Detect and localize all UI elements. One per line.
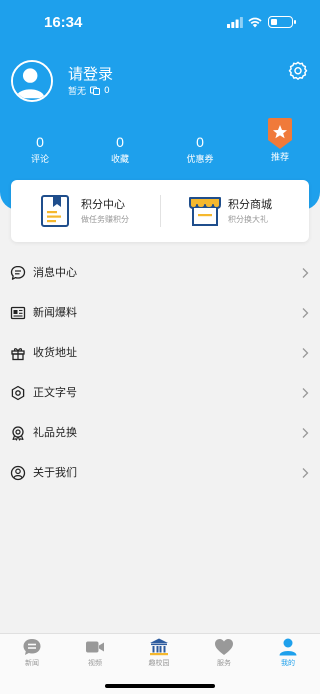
- status-bar: 16:34: [0, 0, 320, 44]
- menu-label-messages: 消息中心: [33, 266, 77, 279]
- chevron-right-icon: [302, 388, 309, 398]
- menu-item-about[interactable]: 关于我们: [0, 453, 320, 493]
- stat-favorites-value: 0: [116, 134, 124, 150]
- stat-comments-label: 评论: [30, 155, 49, 165]
- points-center-subtitle: 做任务赚积分: [81, 215, 129, 224]
- login-title[interactable]: 请登录: [68, 63, 113, 84]
- menu-label-address: 收货地址: [33, 346, 77, 359]
- stat-comments[interactable]: 0 评论: [10, 133, 70, 167]
- settings-gear-icon[interactable]: [287, 60, 309, 82]
- stat-favorites-label: 收藏: [110, 155, 129, 165]
- points-mall-subtitle: 积分换大礼: [228, 215, 268, 224]
- points-mall-entry[interactable]: 积分商城 积分换大礼: [161, 180, 309, 242]
- heart-icon: [215, 639, 233, 655]
- news-icon: [23, 639, 41, 655]
- menu-item-messages[interactable]: 消息中心: [0, 253, 320, 293]
- recommend-label: 推荐: [270, 153, 289, 163]
- chevron-right-icon: [302, 268, 309, 278]
- chevron-right-icon: [302, 468, 309, 478]
- news-tip-icon: [10, 306, 26, 320]
- stat-coupons[interactable]: 0 优惠券: [170, 133, 230, 167]
- gift-box-icon: [11, 348, 25, 361]
- user-icon: [279, 638, 297, 656]
- tab-label-mine: 我的: [281, 659, 295, 667]
- menu-label-news-tip: 新闻爆料: [33, 306, 77, 319]
- avatar-user-icon: [13, 62, 51, 100]
- signal-icon: [227, 17, 243, 28]
- coin-icon: [90, 86, 101, 95]
- menu-list: 消息中心 新闻爆料 收货地址 正文字号 礼品兑换 关于我们: [0, 253, 320, 493]
- avatar[interactable]: [11, 60, 53, 102]
- menu-label-font-size: 正文字号: [33, 386, 77, 399]
- chevron-right-icon: [302, 308, 309, 318]
- points-mall-shop-icon: [189, 197, 221, 226]
- campus-icon: [150, 638, 168, 656]
- profile-sub-label: 暂无: [68, 87, 87, 97]
- stat-comments-value: 0: [36, 134, 44, 150]
- status-time: 16:34: [44, 14, 83, 31]
- stat-coupons-value: 0: [196, 134, 204, 150]
- stat-favorites[interactable]: 0 收藏: [90, 133, 150, 167]
- tab-video[interactable]: 视频: [75, 638, 115, 668]
- home-indicator: [105, 684, 215, 688]
- gift-exchange-icon: [12, 426, 24, 441]
- tab-label-campus: 趣校园: [148, 659, 170, 667]
- message-icon: [10, 265, 26, 280]
- coin-count: 0: [104, 85, 110, 96]
- points-mall-title: 积分商城: [228, 198, 272, 211]
- menu-label-gift-exchange: 礼品兑换: [33, 426, 77, 439]
- tab-mine[interactable]: 我的: [268, 638, 308, 668]
- battery-icon: [268, 16, 296, 28]
- font-size-icon: [11, 385, 25, 401]
- menu-item-font-size[interactable]: 正文字号: [0, 373, 320, 413]
- tab-label-news: 新闻: [25, 659, 39, 667]
- chevron-right-icon: [302, 348, 309, 358]
- points-center-title: 积分中心: [81, 198, 125, 211]
- recommend-badge-icon: [268, 118, 292, 149]
- points-card: 积分中心 做任务赚积分 积分商城 积分换大礼: [11, 180, 309, 242]
- tab-label-service: 服务: [217, 659, 231, 667]
- tab-service[interactable]: 服务: [204, 638, 244, 668]
- about-icon: [10, 465, 26, 481]
- points-center-icon: [41, 195, 69, 227]
- profile-subline: 暂无 0: [68, 84, 110, 98]
- menu-label-about: 关于我们: [33, 466, 77, 479]
- points-center-entry[interactable]: 积分中心 做任务赚积分: [11, 180, 159, 242]
- menu-item-gift-exchange[interactable]: 礼品兑换: [0, 413, 320, 453]
- wifi-icon: [248, 17, 262, 28]
- chevron-right-icon: [302, 428, 309, 438]
- tab-label-video: 视频: [88, 659, 102, 667]
- tab-campus[interactable]: 趣校园: [139, 638, 179, 668]
- menu-item-news-tip[interactable]: 新闻爆料: [0, 293, 320, 333]
- menu-item-address[interactable]: 收货地址: [0, 333, 320, 373]
- recommend-button[interactable]: 推荐: [265, 118, 295, 165]
- video-icon: [86, 641, 104, 653]
- tab-news[interactable]: 新闻: [12, 638, 52, 668]
- stat-coupons-label: 优惠券: [186, 155, 214, 165]
